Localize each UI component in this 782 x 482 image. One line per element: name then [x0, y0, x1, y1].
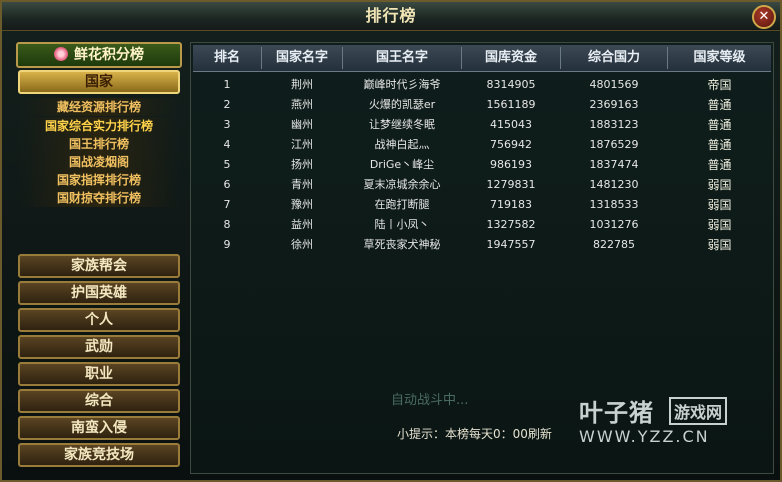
- table-row[interactable]: 1 荆州 巅峰时代彡海爷 8314905 4801569 帝国: [193, 75, 771, 95]
- subitem-war-hall[interactable]: 国战凌烟阁: [18, 153, 180, 171]
- cell-power: 4801569: [589, 78, 639, 91]
- nav-family-arena[interactable]: 家族竞技场: [18, 443, 180, 467]
- cell-level: 弱国: [707, 198, 732, 212]
- table-row[interactable]: 5 扬州 DriGe丶峰尘 986193 1837474 普通: [193, 155, 771, 175]
- col-country[interactable]: 国家名字: [262, 45, 342, 71]
- cell-power: 1481230: [589, 178, 639, 191]
- table-row[interactable]: 8 益州 陆丨小凤丶 1327582 1031276 弱国: [193, 215, 771, 235]
- cell-king: 夏末凉城余余心: [363, 178, 441, 191]
- subitem-plunder[interactable]: 国财掠夺排行榜: [18, 189, 180, 207]
- ranking-panel: 排名 国家名字 国王名字 国库资金 综合国力 国家等级 1 荆州 巅峰时代彡海爷…: [190, 42, 774, 474]
- cell-power: 822785: [593, 238, 635, 251]
- nav-profession[interactable]: 职业: [18, 362, 180, 386]
- cell-rank: 6: [223, 178, 231, 191]
- cell-rank: 3: [223, 118, 231, 131]
- cell-level: 普通: [707, 118, 732, 132]
- cell-rank: 5: [223, 158, 231, 171]
- subitem-command[interactable]: 国家指挥排行榜: [18, 171, 180, 189]
- cell-rank: 8: [223, 218, 231, 231]
- cell-king: 战神白起灬: [374, 138, 430, 151]
- cell-treasury: 1561189: [486, 98, 536, 111]
- refresh-hint: 小提示：本榜每天0：00刷新: [397, 427, 552, 441]
- cell-power: 2369163: [589, 98, 639, 111]
- cell-rank: 9: [223, 238, 231, 251]
- nav-family-guild[interactable]: 家族帮会: [18, 254, 180, 278]
- cell-country: 江州: [291, 138, 313, 151]
- subitem-king[interactable]: 国王排行榜: [18, 135, 180, 153]
- cell-country: 益州: [291, 218, 313, 231]
- cell-king: 巅峰时代彡海爷: [363, 78, 441, 91]
- cell-country: 徐州: [291, 238, 313, 251]
- auto-battle-text: 自动战斗中...: [391, 393, 469, 408]
- cell-power: 1031276: [589, 218, 639, 231]
- category-country[interactable]: 国家: [18, 70, 180, 94]
- nav-hero[interactable]: 护国英雄: [18, 281, 180, 305]
- cell-level: 帝国: [707, 78, 732, 92]
- cell-country: 青州: [291, 178, 313, 191]
- cell-king: DriGe丶峰尘: [369, 158, 435, 171]
- cell-treasury: 8314905: [486, 78, 536, 91]
- flower-ranking-tab[interactable]: 鲜花积分榜: [16, 42, 182, 68]
- cell-country: 豫州: [291, 198, 313, 211]
- close-icon[interactable]: ✕: [752, 5, 776, 29]
- subitem-national-power[interactable]: 国家综合实力排行榜: [18, 117, 180, 135]
- nav-merit[interactable]: 武勋: [18, 335, 180, 359]
- cell-treasury: 415043: [490, 118, 532, 131]
- table-header: 排名 国家名字 国王名字 国库资金 综合国力 国家等级: [193, 45, 771, 72]
- table-row[interactable]: 2 燕州 火爆的凯瑟er 1561189 2369163 普通: [193, 95, 771, 115]
- cell-level: 普通: [707, 98, 732, 112]
- cell-power: 1837474: [589, 158, 639, 171]
- site-logo: 叶子猪 游戏网 WWW.YZZ.CN: [579, 393, 765, 449]
- cell-rank: 4: [223, 138, 231, 151]
- col-power[interactable]: 综合国力: [561, 45, 667, 71]
- logo-name: 叶子猪: [579, 399, 654, 427]
- sidebar: 鲜花积分榜 国家 藏经资源排行榜 国家综合实力排行榜 国王排行榜 国战凌烟阁 国…: [16, 42, 182, 472]
- logo-tag: 游戏网: [669, 397, 728, 425]
- table-row[interactable]: 7 豫州 在跑打断腿 719183 1318533 弱国: [193, 195, 771, 215]
- cell-king: 让梦继续冬眠: [369, 118, 435, 131]
- cell-treasury: 986193: [490, 158, 532, 171]
- cell-level: 普通: [707, 158, 732, 172]
- nav-barbarian[interactable]: 南蛮入侵: [18, 416, 180, 440]
- col-rank[interactable]: 排名: [193, 45, 261, 71]
- flower-ranking-label: 鲜花积分榜: [74, 47, 144, 63]
- cell-level: 普通: [707, 138, 732, 152]
- cell-treasury: 756942: [490, 138, 532, 151]
- col-level[interactable]: 国家等级: [668, 45, 771, 71]
- cell-rank: 7: [223, 198, 231, 211]
- cell-treasury: 1947557: [486, 238, 536, 251]
- table-row[interactable]: 3 幽州 让梦继续冬眠 415043 1883123 普通: [193, 115, 771, 135]
- cell-king: 陆丨小凤丶: [374, 218, 430, 231]
- cell-country: 燕州: [291, 98, 313, 111]
- cell-country: 扬州: [291, 158, 313, 171]
- col-king[interactable]: 国王名字: [343, 45, 461, 71]
- cell-rank: 1: [223, 78, 231, 91]
- table-row[interactable]: 4 江州 战神白起灬 756942 1876529 普通: [193, 135, 771, 155]
- subitem-resource[interactable]: 藏经资源排行榜: [18, 98, 180, 116]
- window-title: 排行榜: [2, 2, 780, 31]
- col-treasury[interactable]: 国库资金: [462, 45, 560, 71]
- cell-level: 弱国: [707, 238, 732, 252]
- cell-treasury: 719183: [490, 198, 532, 211]
- cell-power: 1318533: [589, 198, 639, 211]
- flower-icon: [54, 47, 68, 61]
- cell-king: 火爆的凯瑟er: [368, 98, 436, 111]
- cell-treasury: 1279831: [486, 178, 536, 191]
- cell-king: 在跑打断腿: [374, 198, 430, 211]
- cell-treasury: 1327582: [486, 218, 536, 231]
- cell-power: 1876529: [589, 138, 639, 151]
- cell-country: 幽州: [291, 118, 313, 131]
- cell-king: 草死丧家犬神秘: [363, 238, 441, 251]
- logo-url: WWW.YZZ.CN: [579, 427, 710, 446]
- cell-power: 1883123: [589, 118, 639, 131]
- table-row[interactable]: 9 徐州 草死丧家犬神秘 1947557 822785 弱国: [193, 235, 771, 255]
- table-row[interactable]: 6 青州 夏末凉城余余心 1279831 1481230 弱国: [193, 175, 771, 195]
- ranking-window: 排行榜 ✕ 鲜花积分榜 国家 藏经资源排行榜 国家综合实力排行榜 国王排行榜 国…: [0, 0, 782, 482]
- cell-country: 荆州: [291, 78, 313, 91]
- nav-overall[interactable]: 综合: [18, 389, 180, 413]
- cell-level: 弱国: [707, 178, 732, 192]
- cell-level: 弱国: [707, 218, 732, 232]
- cell-rank: 2: [223, 98, 231, 111]
- nav-personal[interactable]: 个人: [18, 308, 180, 332]
